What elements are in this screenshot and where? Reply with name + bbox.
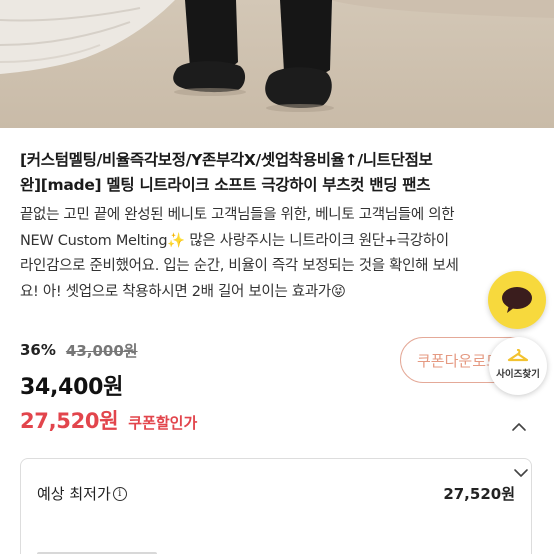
hanger-icon	[507, 349, 529, 362]
sale-price: 34,400원	[20, 375, 124, 400]
discount-rate: 36%	[20, 341, 56, 359]
next-row-partial	[37, 545, 187, 554]
chevron-down-icon[interactable]	[512, 467, 530, 479]
chevron-up-icon[interactable]	[509, 421, 529, 433]
kakao-chat-button[interactable]	[488, 271, 546, 329]
lowest-price-value: 27,520원	[443, 485, 515, 503]
lowest-price-label-group: 예상 최저가 i	[37, 483, 127, 504]
product-photo[interactable]	[0, 0, 554, 128]
discount-row: 36% 43,000원	[20, 340, 138, 360]
kakao-chat-icon	[502, 287, 532, 313]
product-title-line: [커스텀멜팅/비율즉각보정/Y존부각X/셋업착용비율↑/니트단점보	[20, 151, 433, 169]
lowest-price-label: 예상 최저가	[37, 485, 111, 503]
size-finder-label: 사이즈찾기	[496, 369, 540, 380]
coupon-download-label: 쿠폰다운로드	[417, 352, 500, 370]
description-line: NEW Custom Melting✨ 많은 사랑주시는 니트라이크 원단+극강…	[20, 232, 449, 249]
coupon-price: 27,520원	[20, 409, 119, 433]
original-price: 43,000원	[65, 341, 138, 360]
coupon-price-label: 쿠폰할인가	[128, 414, 198, 432]
product-title: [커스텀멜팅/비율즉각보정/Y존부각X/셋업착용비율↑/니트단점보 완][mad…	[20, 148, 540, 198]
description-line: 라인감으로 준비했어요. 입는 순간, 비율이 즉각 보정되는 것을 확인해 보…	[20, 258, 459, 274]
product-description: 끝없는 고민 끝에 완성된 베니토 고객님들을 위한, 베니토 고객님들에 의한…	[20, 203, 540, 305]
info-icon[interactable]: i	[112, 486, 127, 501]
description-line: 끝없는 고민 끝에 완성된 베니토 고객님들을 위한, 베니토 고객님들에 의한	[20, 207, 455, 223]
lowest-price-card[interactable]: 예상 최저가 i 27,520원	[20, 458, 532, 554]
coupon-price-row: 27,520원 쿠폰할인가	[20, 405, 197, 433]
size-finder-button[interactable]: 사이즈찾기	[489, 337, 547, 395]
product-title-line: 완][made] 멜팅 니트라이크 소프트 극강하이 부츠컷 밴딩 팬츠	[20, 176, 431, 194]
description-line: 요! 아! 셋업으로 착용하시면 2배 길어 보이는 효과가😝	[20, 283, 346, 300]
